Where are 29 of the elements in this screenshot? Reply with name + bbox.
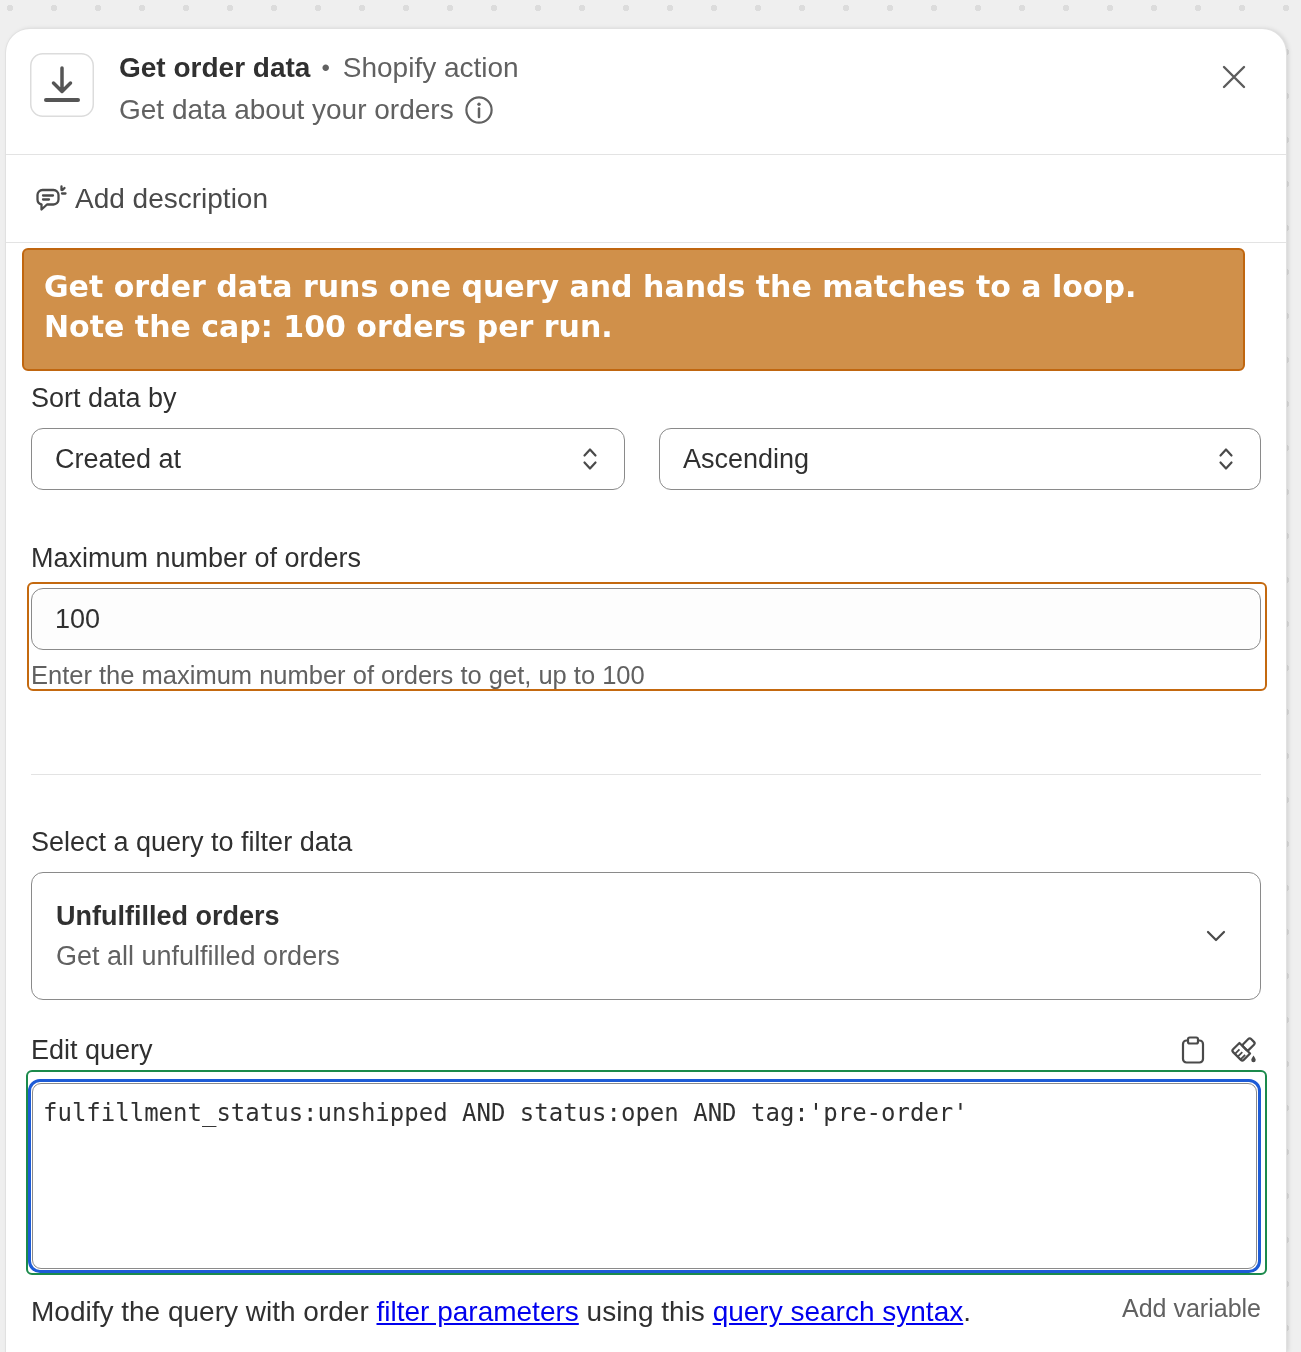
callout-note: Get order data runs one query and hands the matches to a loop. Note the cap: 100 orders per run.	[22, 248, 1245, 371]
number-input[interactable]: 100	[31, 588, 1261, 650]
select-dropdown[interactable]: Ascending	[659, 428, 1261, 490]
clipboard-icon[interactable]	[1181, 1036, 1205, 1064]
help-link[interactable]: query search syntax	[712, 1296, 964, 1327]
info-icon[interactable]	[464, 96, 493, 124]
separator-dot: •	[321, 53, 330, 83]
field-label: Sort data by	[31, 383, 177, 413]
add-variable-button[interactable]: Add variable	[1122, 1293, 1261, 1323]
field-label: Maximum number of orders	[31, 543, 362, 573]
download-icon	[30, 53, 94, 117]
field-label: Select a query to filter data	[31, 827, 353, 857]
query-text-field[interactable]: fulfillment_status:unshipped AND status:open AND tag:'pre-order'	[28, 1079, 1261, 1273]
help-link[interactable]: filter parameters	[376, 1296, 579, 1327]
comment-bubble-icon	[35, 184, 67, 213]
close-icon	[1222, 65, 1246, 89]
field-label: Edit query	[31, 1035, 153, 1065]
paint-brush-icon[interactable]	[1229, 1036, 1257, 1064]
action-title: Get order data	[119, 53, 311, 83]
query-select[interactable]: Unfulfilled orders Get all unfulfilled orders	[31, 872, 1261, 1000]
query-help-text: Modify the query with order filter parameters using this query search syntax.	[31, 1297, 971, 1327]
action-source: Shopify action	[342, 53, 519, 83]
help-text: Enter the maximum number of orders to get, up to 100	[31, 662, 645, 688]
add-description-button[interactable]: Add description	[35, 182, 268, 215]
action-description: Get data about your orders	[119, 95, 454, 125]
up-down-chevron-icon	[1218, 446, 1234, 472]
chevron-down-icon	[1206, 930, 1226, 942]
select-dropdown[interactable]: Created at	[31, 428, 625, 490]
up-down-chevron-icon	[582, 446, 598, 472]
